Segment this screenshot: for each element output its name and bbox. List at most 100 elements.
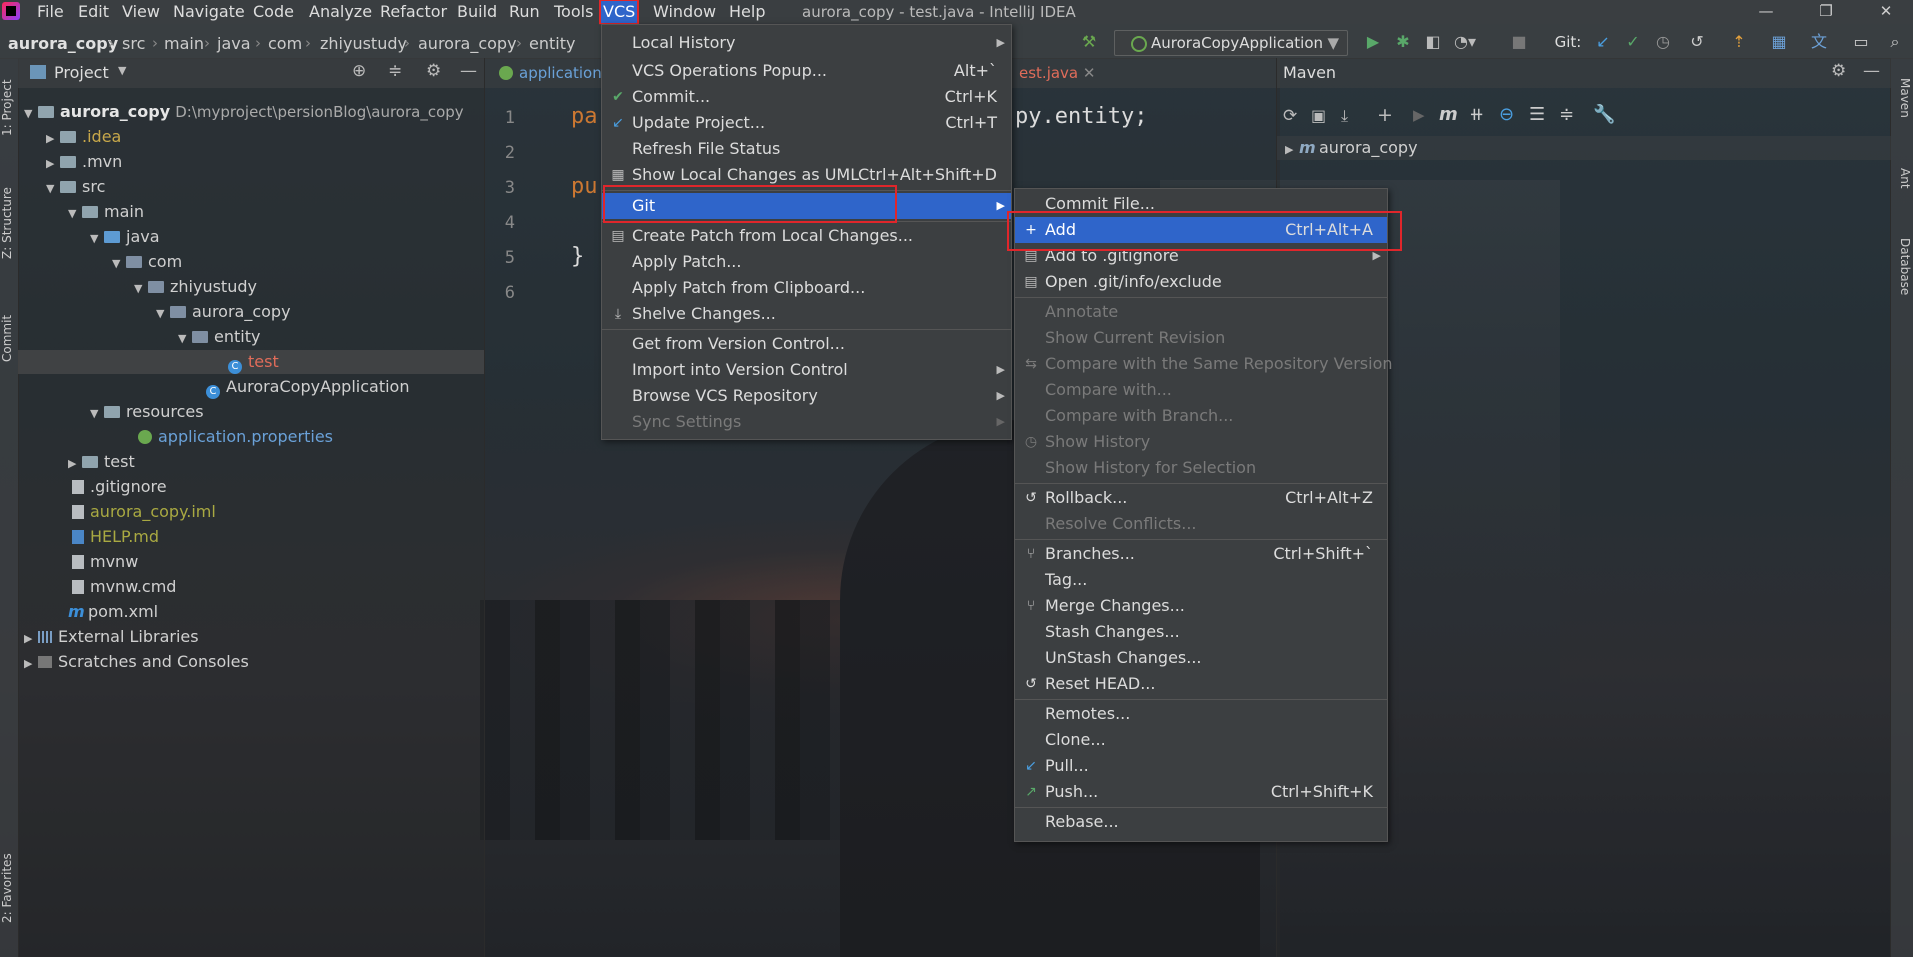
menu-item-compare-with[interactable]: Compare with...: [1015, 377, 1387, 403]
breadcrumb-item[interactable]: entity: [529, 34, 575, 53]
menu-item-get-from-vcs[interactable]: Get from Version Control...: [602, 331, 1011, 357]
menu-view[interactable]: View: [120, 1, 162, 23]
add-maven-project-icon[interactable]: ▣: [1311, 106, 1326, 125]
presentation-icon[interactable]: ▭: [1850, 31, 1872, 53]
menu-item-tag[interactable]: Tag...: [1015, 567, 1387, 593]
debug-icon[interactable]: ✱: [1392, 31, 1414, 53]
profile-icon[interactable]: ◔▾: [1454, 31, 1476, 53]
chevron-down-icon[interactable]: ▼: [118, 64, 126, 77]
menu-item-add[interactable]: + Add Ctrl+Alt+A: [1015, 217, 1387, 243]
tree-item-mvnw-cmd[interactable]: mvnw.cmd: [72, 575, 176, 599]
tree-item-src[interactable]: ▼ src: [46, 175, 105, 199]
menu-refactor[interactable]: Refactor: [378, 1, 449, 23]
download-icon[interactable]: ⤓: [1341, 106, 1348, 126]
tab-ant[interactable]: Ant: [1894, 168, 1912, 228]
show-dependencies-icon[interactable]: ☰: [1529, 104, 1545, 125]
menu-item-unstash-changes[interactable]: UnStash Changes...: [1015, 645, 1387, 671]
coverage-icon[interactable]: ◧: [1422, 31, 1444, 53]
menu-item-local-history[interactable]: Local History ▶: [602, 30, 1011, 56]
tree-item-test-folder[interactable]: ▶ test: [68, 450, 135, 474]
git-rollback-icon[interactable]: ↺: [1686, 31, 1708, 53]
stop-icon[interactable]: ■: [1508, 31, 1530, 53]
project-title[interactable]: Project: [54, 63, 109, 82]
tab-maven[interactable]: Maven: [1894, 78, 1912, 158]
translate-icon[interactable]: 文: [1808, 31, 1830, 53]
code-package-keyword[interactable]: pa: [571, 104, 598, 129]
minimize-icon[interactable]: —: [1746, 0, 1786, 24]
gear-icon[interactable]: ⚙: [426, 61, 441, 81]
tab-test-java[interactable]: est.java ✕: [1019, 64, 1095, 82]
menu-file[interactable]: File: [35, 1, 66, 23]
skip-tests-icon[interactable]: ⊖: [1499, 104, 1514, 125]
menu-run[interactable]: Run: [507, 1, 542, 23]
menu-item-show-current-revision[interactable]: Show Current Revision: [1015, 325, 1387, 351]
menu-item-rollback[interactable]: ↺ Rollback... Ctrl+Alt+Z: [1015, 485, 1387, 511]
menu-item-annotate[interactable]: Annotate: [1015, 299, 1387, 325]
menu-item-apply-patch-clipboard[interactable]: Apply Patch from Clipboard...: [602, 275, 1011, 301]
tab-commit[interactable]: Commit: [0, 298, 18, 378]
tree-item-gitignore[interactable]: .gitignore: [72, 475, 167, 499]
menu-item-apply-patch[interactable]: Apply Patch...: [602, 249, 1011, 275]
tree-item-scratches[interactable]: ▶ Scratches and Consoles: [24, 650, 249, 674]
menu-analyze[interactable]: Analyze: [307, 1, 374, 23]
project-structure-icon[interactable]: ▦: [1768, 31, 1790, 53]
menu-item-git[interactable]: Git ▶: [602, 193, 1011, 219]
menu-item-open-git-exclude[interactable]: ▤ Open .git/info/exclude: [1015, 269, 1387, 295]
menu-item-import-into-vcs[interactable]: Import into Version Control ▶: [602, 357, 1011, 383]
menu-item-show-local-changes-uml[interactable]: ▦ Show Local Changes as UML Ctrl+Alt+Shift…: [602, 162, 1011, 188]
menu-item-create-patch[interactable]: ▤ Create Patch from Local Changes...: [602, 223, 1011, 249]
menu-item-shelve-changes[interactable]: ⤓ Shelve Changes...: [602, 301, 1011, 327]
menu-item-merge-changes[interactable]: ⑂ Merge Changes...: [1015, 593, 1387, 619]
tree-item-mvnw[interactable]: mvnw: [72, 550, 138, 574]
menu-tools[interactable]: Tools: [552, 1, 595, 23]
tree-item-resources[interactable]: ▼ resources: [90, 400, 204, 424]
run-icon[interactable]: ▶: [1362, 31, 1384, 53]
breadcrumb-item[interactable]: java: [217, 34, 251, 53]
tree-item-entity[interactable]: ▼ entity: [178, 325, 260, 349]
breadcrumb-item[interactable]: com: [268, 34, 302, 53]
tree-item-help-md[interactable]: HELP.md: [72, 525, 159, 549]
tab-favorites[interactable]: 2: Favorites: [0, 838, 18, 938]
collapse-all-icon[interactable]: ≑: [388, 61, 402, 81]
locate-icon[interactable]: ⊕: [352, 61, 366, 81]
tree-item-idea[interactable]: ▶ .idea: [46, 125, 121, 149]
tree-item-aurora-copy[interactable]: ▼ aurora_copy: [156, 300, 291, 324]
menu-item-stash-changes[interactable]: Stash Changes...: [1015, 619, 1387, 645]
tree-item-java[interactable]: ▼ java: [90, 225, 160, 249]
wrench-icon[interactable]: 🔧: [1593, 104, 1615, 125]
gear-icon[interactable]: ⚙: [1831, 61, 1846, 81]
reload-icon[interactable]: ⟳: [1283, 106, 1297, 126]
git-push-icon[interactable]: ⇡: [1728, 31, 1750, 53]
menu-item-refresh-file-status[interactable]: Refresh File Status: [602, 136, 1011, 162]
menu-item-clone[interactable]: Clone...: [1015, 727, 1387, 753]
code-package-name[interactable]: py.entity;: [1015, 104, 1147, 129]
code-closing-brace[interactable]: }: [571, 244, 584, 269]
menu-item-reset-head[interactable]: ↺ Reset HEAD...: [1015, 671, 1387, 697]
tree-item-main[interactable]: ▼ main: [68, 200, 144, 224]
menu-item-pull[interactable]: ↙ Pull...: [1015, 753, 1387, 779]
tab-structure[interactable]: Z: Structure: [0, 173, 18, 273]
close-tab-icon[interactable]: ✕: [1083, 64, 1096, 82]
toggle-offline-icon[interactable]: ⧺: [1469, 104, 1484, 125]
run-configuration-dropdown[interactable]: AuroraCopyApplication ▼: [1114, 30, 1348, 56]
tree-item-iml[interactable]: aurora_copy.iml: [72, 500, 216, 524]
git-commit-icon[interactable]: ✓: [1622, 31, 1644, 53]
breadcrumb-item[interactable]: main: [164, 34, 204, 53]
menu-code[interactable]: Code: [251, 1, 296, 23]
tree-item-pom[interactable]: m pom.xml: [68, 600, 158, 624]
tree-item-zhiyustudy[interactable]: ▼ zhiyustudy: [134, 275, 257, 299]
close-icon[interactable]: ✕: [1866, 0, 1906, 24]
git-update-icon[interactable]: ↙: [1592, 31, 1614, 53]
tab-application-properties[interactable]: application: [499, 64, 602, 82]
restore-icon[interactable]: ❐: [1806, 0, 1846, 24]
plus-icon[interactable]: +: [1377, 104, 1393, 126]
tree-item-test-class[interactable]: Ctest: [18, 350, 484, 374]
breadcrumb-item[interactable]: src: [122, 34, 145, 53]
search-icon[interactable]: ⌕: [1884, 31, 1906, 53]
tree-item-root[interactable]: ▼ aurora_copy D:\myproject\persionBlog\au…: [24, 100, 464, 124]
menu-item-push[interactable]: ↗ Push... Ctrl+Shift+K: [1015, 779, 1387, 805]
hide-icon[interactable]: —: [460, 61, 477, 81]
tree-item-com[interactable]: ▼ com: [112, 250, 182, 274]
execute-goal-icon[interactable]: m: [1439, 104, 1458, 125]
hide-icon[interactable]: —: [1863, 61, 1880, 81]
